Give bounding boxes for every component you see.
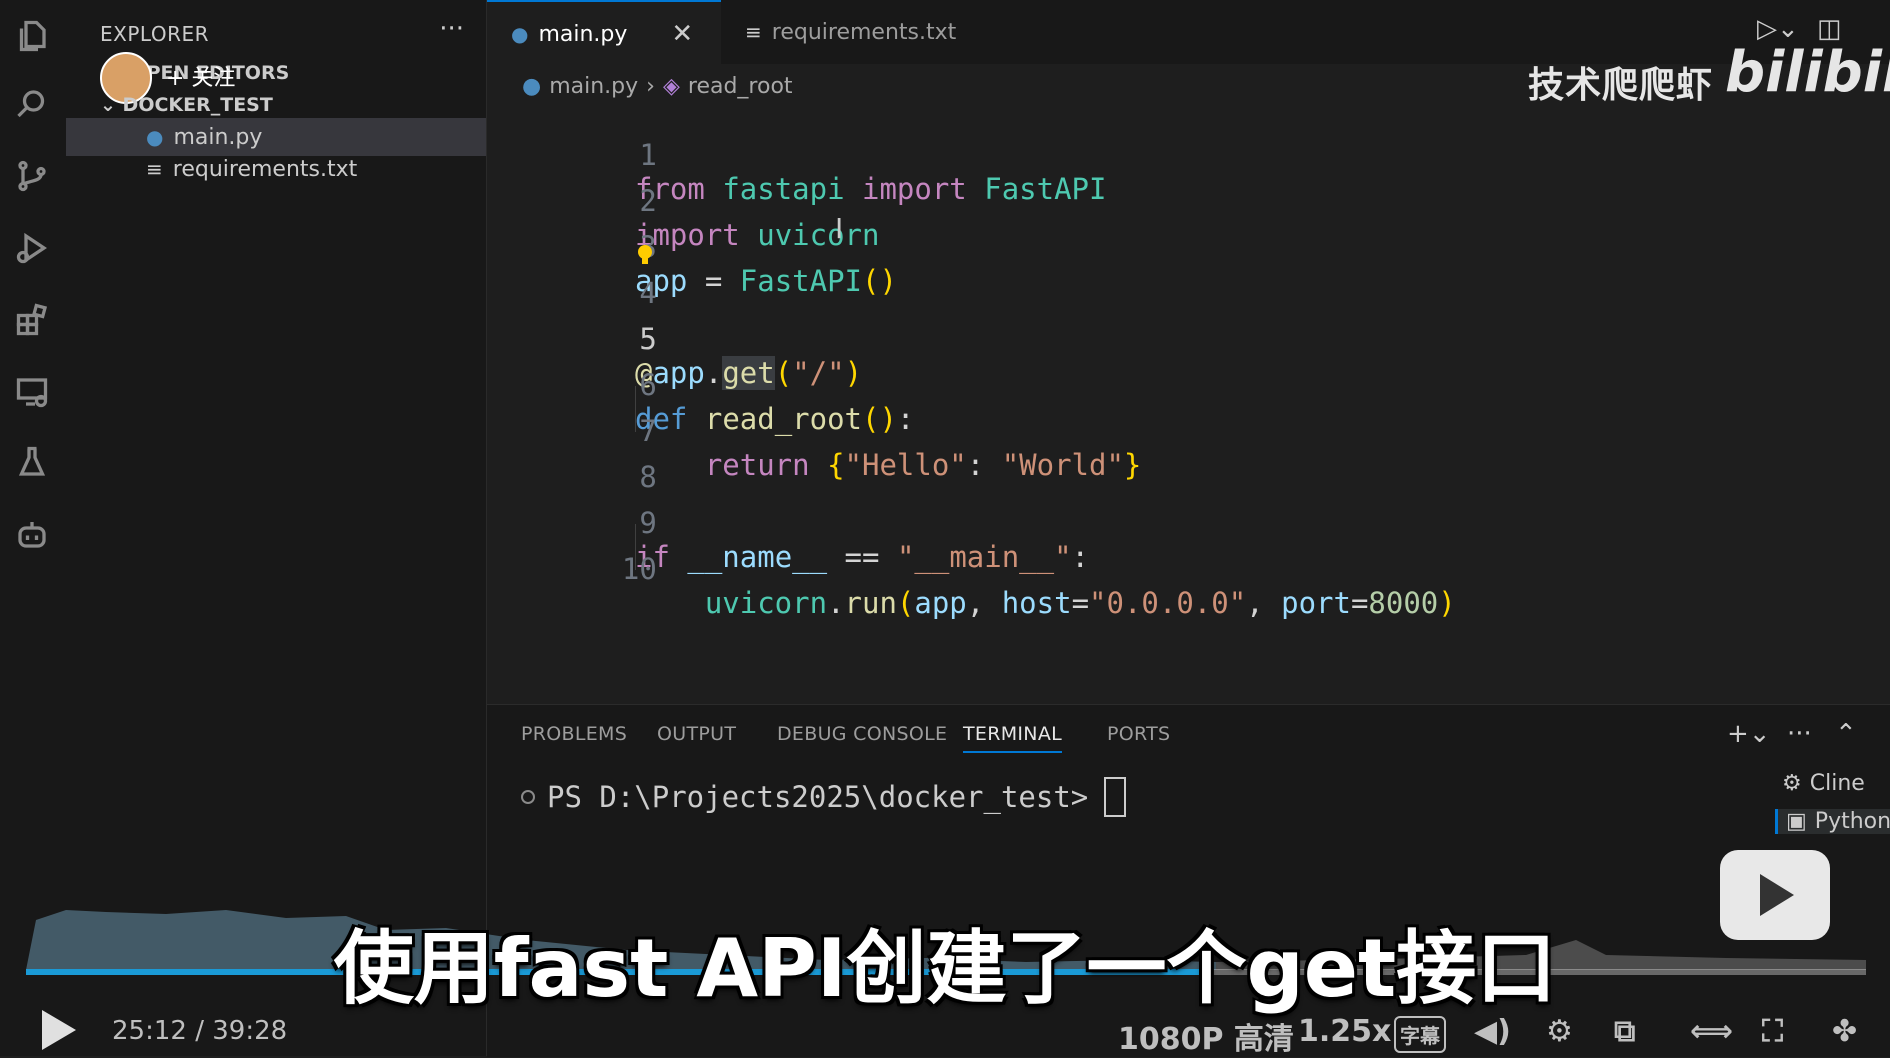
status-circle-icon bbox=[521, 790, 535, 804]
code-line: 5 @app.get("/") bbox=[635, 322, 863, 390]
tab-terminal[interactable]: TERMINAL bbox=[963, 723, 1063, 753]
text-file-icon: ≡ bbox=[146, 157, 163, 181]
code-line: 3 app = FastAPI() bbox=[635, 230, 897, 298]
run-debug-icon[interactable] bbox=[10, 226, 54, 270]
time-display: 25:12 / 39:28 bbox=[112, 1016, 288, 1046]
tab-problems[interactable]: PROBLEMS bbox=[521, 723, 627, 745]
volume-icon[interactable]: ◀) bbox=[1474, 1014, 1511, 1049]
python-file-icon: ● bbox=[146, 125, 164, 149]
chevron-down-icon: ⌄ bbox=[100, 94, 123, 116]
close-icon[interactable]: ✕ bbox=[671, 19, 693, 49]
text-cursor-icon: I bbox=[835, 212, 844, 245]
tab-main-py[interactable]: ● main.py ✕ bbox=[487, 0, 721, 66]
function-symbol-icon: ◈ bbox=[662, 73, 680, 99]
tab-requirements-txt[interactable]: ≡ requirements.txt bbox=[721, 0, 965, 64]
code-line: 1 from fastapi import FastAPI bbox=[635, 138, 1107, 206]
tab-debug-console[interactable]: DEBUG CONSOLE bbox=[777, 723, 947, 745]
lightbulb-icon[interactable] bbox=[637, 244, 653, 266]
code-line: 10 uvicorn.run(app, host="0.0.0.0", port… bbox=[621, 552, 1456, 620]
subtitle-toggle-button[interactable]: 字幕 bbox=[1394, 1016, 1446, 1053]
search-icon[interactable] bbox=[10, 82, 54, 126]
python-file-icon: ● bbox=[522, 73, 542, 99]
text-file-icon: ≡ bbox=[745, 20, 762, 44]
bilibili-tv-icon[interactable] bbox=[1720, 850, 1830, 940]
robot-icon: ⚙ bbox=[1782, 771, 1802, 796]
widescreen-icon[interactable]: ⟺ bbox=[1690, 1014, 1733, 1049]
sidebar: EXPLORER ··· › OPEN EDITORS + 关注 ⌄ DOCKE… bbox=[66, 0, 487, 1056]
tab-output[interactable]: OUTPUT bbox=[657, 723, 736, 745]
remote-explorer-icon[interactable] bbox=[10, 370, 54, 414]
more-actions-button[interactable]: ··· bbox=[439, 14, 464, 44]
more-icon[interactable]: ··· bbox=[1787, 719, 1812, 749]
project-folder[interactable]: ⌄ DOCKER_TEST bbox=[100, 94, 273, 116]
code-line: 7 return {"Hello": "World"} bbox=[639, 414, 1142, 482]
copilot-icon[interactable] bbox=[10, 512, 54, 556]
terminal-prompt[interactable]: PS D:\Projects2025\docker_test> bbox=[521, 777, 1127, 817]
terminal-item-cline[interactable]: ⚙ Cline bbox=[1782, 771, 1865, 796]
activity-bar bbox=[0, 0, 66, 1056]
speed-selector[interactable]: 1.25x bbox=[1298, 1014, 1391, 1049]
code-line: 6 def read_root(): bbox=[635, 368, 915, 436]
chevron-up-icon[interactable]: ⌃ bbox=[1835, 719, 1857, 749]
video-subtitle: 使用fast API创建了一个get接口 bbox=[333, 922, 1557, 1015]
play-icon[interactable] bbox=[42, 1010, 76, 1050]
channel-watermark: 技术爬爬虾 bbox=[1528, 65, 1714, 106]
chevron-right-icon: › bbox=[646, 73, 655, 99]
terminal-icon: ▣ bbox=[1786, 809, 1807, 834]
web-fullscreen-icon[interactable]: ⛶ bbox=[1762, 1014, 1783, 1049]
breadcrumb: ● main.py › ◈ read_root bbox=[522, 70, 793, 102]
explorer-icon[interactable] bbox=[10, 14, 54, 58]
bilibili-logo: bilibili bbox=[1725, 40, 1890, 105]
testing-icon[interactable] bbox=[10, 440, 54, 484]
editor-tabs: ● main.py ✕ ≡ requirements.txt ▷⌄ ◫ bbox=[487, 0, 1890, 66]
follow-button[interactable]: + 关注 bbox=[166, 60, 235, 92]
terminal-item-python[interactable]: ▣ Python bbox=[1775, 809, 1890, 834]
tab-ports[interactable]: PORTS bbox=[1107, 723, 1170, 745]
explorer-title: EXPLORER bbox=[100, 22, 209, 46]
source-control-icon[interactable] bbox=[10, 154, 54, 198]
code-line: 4 bbox=[639, 276, 657, 310]
extensions-icon[interactable] bbox=[10, 298, 54, 342]
breadcrumb-file[interactable]: main.py bbox=[549, 74, 638, 99]
code-editor[interactable]: 1 from fastapi import FastAPI 2 import u… bbox=[487, 104, 1890, 704]
code-line: 8 bbox=[639, 460, 657, 494]
quality-selector[interactable]: 1080P 高清 bbox=[1118, 1014, 1294, 1058]
python-file-icon: ● bbox=[511, 22, 529, 46]
code-line: 2 import uvicorn bbox=[635, 184, 880, 252]
file-requirements-txt[interactable]: ≡ requirements.txt bbox=[66, 150, 486, 188]
terminal-cursor bbox=[1104, 777, 1127, 817]
picture-in-picture-icon[interactable]: ⧉ bbox=[1614, 1014, 1635, 1049]
code-line: 9 if __name__ == "__main__": bbox=[635, 506, 1090, 574]
settings-gear-icon[interactable]: ⚙ bbox=[1546, 1014, 1573, 1049]
new-terminal-icon[interactable]: +⌄ bbox=[1727, 719, 1771, 749]
breadcrumb-symbol[interactable]: read_root bbox=[688, 74, 793, 99]
fullscreen-icon[interactable]: ✤ bbox=[1832, 1014, 1857, 1049]
